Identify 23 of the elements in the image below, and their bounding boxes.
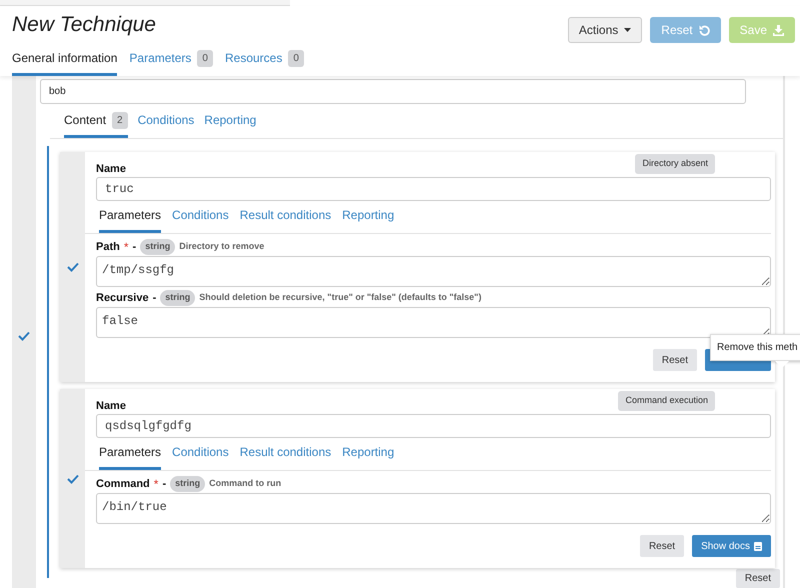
type-tag: string (160, 290, 196, 306)
parameter-description: Command to run (209, 477, 282, 490)
field-label: Name (96, 162, 126, 177)
method-type-label: Directory absent (635, 154, 715, 174)
required-mark: * (124, 239, 129, 256)
separator-text: - (152, 291, 156, 305)
parameter-description: Directory to remove (179, 240, 264, 254)
count-badge: 2 (112, 112, 128, 128)
type-tag: string (170, 476, 206, 492)
parameter-label: Recursive (96, 291, 149, 305)
tooltip: Remove this meth (710, 334, 800, 368)
parameter-label: Command (96, 477, 150, 491)
count-badge: 0 (288, 50, 304, 66)
separator-text: - (132, 240, 136, 254)
required-mark: * (154, 476, 158, 493)
count-badge: 0 (197, 50, 213, 66)
type-tag: string (140, 239, 176, 255)
separator-text: - (162, 477, 166, 491)
field-label: Name (96, 399, 126, 414)
parameter-description: Should deletion be recursive, "true" or "false" (defaults to "false") (199, 291, 482, 304)
page-title: New Technique (12, 12, 156, 38)
parameter-label: Path (96, 240, 120, 254)
method-type-label: Command execution (618, 391, 715, 410)
